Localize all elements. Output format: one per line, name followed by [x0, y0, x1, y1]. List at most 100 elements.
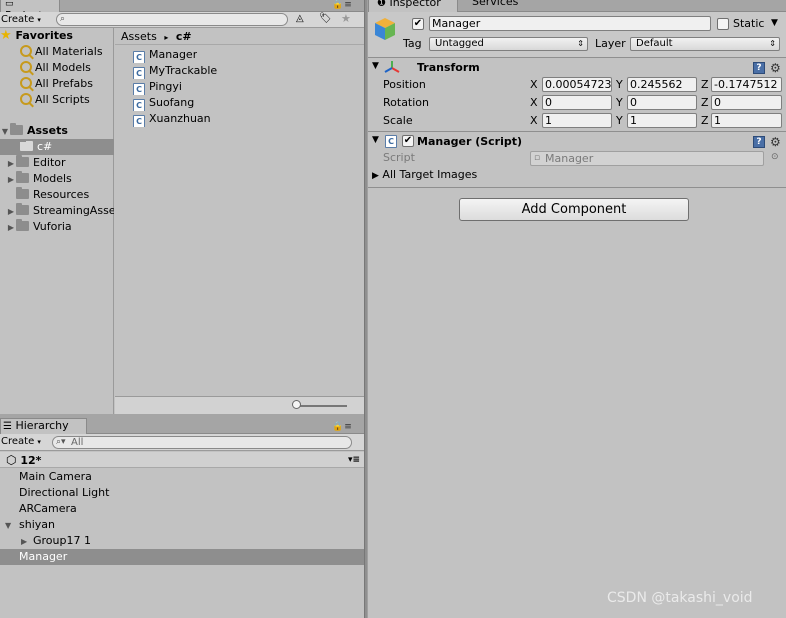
expanded-arrow-icon[interactable]: ▼	[372, 135, 379, 145]
hierarchy-item-label: Main Camera	[19, 470, 92, 483]
target-images-foldout[interactable]: ▶ All Target Images	[372, 168, 477, 183]
scale-x-field[interactable]: 1	[542, 113, 612, 128]
gear-icon[interactable]: ⚙	[770, 136, 781, 148]
tab-services[interactable]: Services	[464, 0, 526, 12]
static-label: Static	[733, 17, 765, 30]
file-item[interactable]: C Pingyi	[133, 79, 182, 95]
assets-header[interactable]: ▼ Assets	[0, 123, 114, 139]
gear-icon[interactable]: ⚙	[770, 62, 781, 74]
axis-z-label: Z	[701, 114, 709, 127]
favorites-item[interactable]: All Materials	[20, 44, 103, 60]
asset-folder-models[interactable]: ▶ Models	[6, 171, 114, 187]
tag-dropdown[interactable]: Untagged ⇕	[429, 37, 588, 51]
object-picker-icon[interactable]: ⊙	[771, 152, 779, 162]
project-search-input[interactable]: ⌕	[56, 13, 288, 26]
static-dropdown-icon[interactable]: ▼	[771, 18, 778, 28]
file-item[interactable]: C Suofang	[133, 95, 194, 111]
scene-header[interactable]: ⬡ 12* ▾≡	[0, 452, 364, 468]
asset-folder-streamingassets[interactable]: ▶ StreamingAssets	[6, 203, 114, 219]
search-by-type-icon[interactable]: ◬	[296, 13, 304, 24]
collapsed-arrow-icon[interactable]: ▶	[6, 172, 16, 187]
folder-label: Editor	[33, 156, 66, 169]
script-enabled-checkbox[interactable]: ✔	[402, 135, 414, 147]
collapsed-arrow-icon[interactable]: ▶	[6, 204, 16, 219]
rotation-x-field[interactable]: 0	[542, 95, 612, 110]
hierarchy-item-manager[interactable]: Manager	[0, 549, 364, 565]
collapsed-arrow-icon[interactable]: ▶	[21, 534, 33, 549]
scale-z-field[interactable]: 1	[711, 113, 782, 128]
favorites-header[interactable]: ★ Favorites	[0, 28, 114, 44]
scale-y-field[interactable]: 1	[627, 113, 697, 128]
rotation-z-field[interactable]: 0	[711, 95, 782, 110]
hierarchy-item-shiyan[interactable]: ▼ shiyan	[0, 517, 364, 533]
csharp-script-icon: C	[133, 51, 145, 63]
transform-header[interactable]: ▼ Transform ? ⚙	[368, 60, 786, 76]
scene-menu-icon[interactable]: ▾≡	[348, 452, 360, 467]
axis-y-label: Y	[616, 78, 623, 91]
collapsed-arrow-icon[interactable]: ▶	[6, 220, 16, 235]
expanded-arrow-icon[interactable]: ▼	[372, 61, 379, 71]
hierarchy-lock-menu-icon[interactable]: 🔒≡	[332, 422, 353, 432]
search-icon: ⌕	[60, 14, 66, 24]
search-filter-icon	[20, 77, 32, 89]
csharp-script-icon: C	[133, 115, 145, 127]
favorites-item-label: All Materials	[35, 45, 103, 58]
file-item[interactable]: C Xuanzhuan	[133, 111, 211, 127]
project-lock-menu-icon[interactable]: 🔒≡	[332, 0, 353, 10]
asset-folder-resources[interactable]: Resources	[6, 187, 114, 203]
search-placeholder: All	[71, 437, 84, 448]
icon-size-slider-track[interactable]	[295, 405, 347, 407]
script-component-title: Manager (Script)	[417, 135, 523, 148]
layer-dropdown[interactable]: Default ⇕	[630, 37, 780, 51]
collapsed-arrow-icon[interactable]: ▶	[6, 156, 16, 171]
folder-icon	[16, 155, 29, 167]
position-z-field[interactable]: -0.1747512	[711, 77, 782, 92]
file-label: Pingyi	[149, 80, 182, 93]
hierarchy-search-input[interactable]: ⌕▾ All	[52, 436, 352, 449]
tab-hierarchy[interactable]: ☰ Hierarchy	[0, 418, 87, 434]
hierarchy-item-main-camera[interactable]: Main Camera	[0, 469, 364, 485]
file-item[interactable]: C MyTrackable	[133, 63, 217, 79]
hierarchy-create-button[interactable]: Create ▾	[1, 434, 41, 450]
axis-x-label: X	[530, 96, 538, 109]
position-y-field[interactable]: 0.245562	[627, 77, 697, 92]
breadcrumb-current[interactable]: c#	[176, 30, 192, 43]
transform-component: ▼ Transform ? ⚙ Position X 0.00054723 Y …	[368, 59, 786, 132]
favorites-item[interactable]: All Models	[20, 60, 91, 76]
create-dropdown-icon: ▾	[37, 438, 41, 446]
transform-title: Transform	[417, 61, 480, 74]
hierarchy-item-group17[interactable]: ▶ Group17 1	[0, 533, 364, 549]
object-name-field[interactable]: Manager	[429, 16, 711, 31]
favorites-item-label: All Models	[35, 61, 91, 74]
breadcrumb-root[interactable]: Assets	[121, 30, 157, 43]
tab-project[interactable]: ▭ Project	[0, 0, 60, 22]
active-checkbox[interactable]: ✔	[412, 18, 424, 30]
help-icon[interactable]: ?	[753, 62, 765, 74]
script-component-header[interactable]: ▼ C ✔ Manager (Script) ? ⚙	[368, 134, 786, 150]
inspector-tab-bar: ❶ Inspector Services	[368, 0, 786, 12]
search-by-label-icon[interactable]: 🏷	[319, 13, 332, 24]
tab-inspector[interactable]: ❶ Inspector	[368, 0, 458, 12]
hierarchy-item-directional-light[interactable]: Directional Light	[0, 485, 364, 501]
rotation-y-field[interactable]: 0	[627, 95, 697, 110]
axis-z-label: Z	[701, 78, 709, 91]
hierarchy-item-arcamera[interactable]: ARCamera	[0, 501, 364, 517]
asset-folder-csharp[interactable]: c#	[0, 139, 114, 155]
favorite-star-icon[interactable]: ★	[341, 12, 351, 25]
hierarchy-list-icon: ☰	[3, 421, 12, 432]
file-label: Xuanzhuan	[149, 112, 211, 125]
favorites-item[interactable]: All Scripts	[20, 92, 90, 108]
favorites-item[interactable]: All Prefabs	[20, 76, 93, 92]
project-create-button[interactable]: Create ▾	[1, 12, 41, 27]
position-x-field[interactable]: 0.00054723	[542, 77, 612, 92]
asset-folder-vuforia[interactable]: ▶ Vuforia	[6, 219, 114, 235]
asset-folder-editor[interactable]: ▶ Editor	[6, 155, 114, 171]
file-item[interactable]: C Manager	[133, 47, 197, 63]
icon-size-slider-handle[interactable]	[292, 400, 301, 409]
expanded-arrow-icon[interactable]: ▼	[5, 518, 19, 533]
folder-icon	[16, 171, 29, 183]
add-component-label: Add Component	[521, 202, 627, 217]
add-component-button[interactable]: Add Component	[459, 198, 689, 221]
static-checkbox[interactable]	[717, 18, 729, 30]
help-icon[interactable]: ?	[753, 136, 765, 148]
